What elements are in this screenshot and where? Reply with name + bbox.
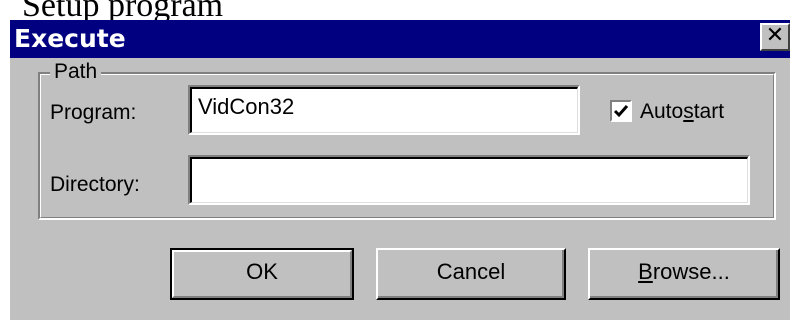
browse-label-rest: rowse... <box>652 259 730 284</box>
window-title: Execute <box>14 24 126 53</box>
directory-input[interactable] <box>190 157 748 203</box>
path-group-legend: Path <box>50 60 102 84</box>
autostart-label-mnemonic: s <box>683 100 694 123</box>
cancel-button-label: Cancel <box>436 259 506 284</box>
close-icon: ✕ <box>765 23 785 48</box>
program-label: Program: <box>50 101 137 124</box>
cancel-button[interactable]: Cancel <box>376 248 566 300</box>
page: Setup program Execute ✕ Path Program: Vi… <box>0 0 790 320</box>
directory-field[interactable] <box>188 155 750 205</box>
close-button[interactable]: ✕ <box>760 23 790 51</box>
ok-button[interactable]: OK <box>170 248 354 300</box>
browse-mnemonic: B <box>638 259 653 284</box>
directory-label: Directory: <box>50 173 140 196</box>
browse-button[interactable]: Browse... <box>588 248 780 300</box>
title-bar[interactable]: Execute ✕ <box>10 20 790 58</box>
execute-dialog: Execute ✕ Path Program: VidCon32 Autosta… <box>10 20 790 320</box>
autostart-label-prefix: Auto <box>640 100 684 123</box>
autostart-label-suffix: tart <box>693 100 725 123</box>
checkmark-icon <box>613 105 629 118</box>
program-input[interactable]: VidCon32 <box>190 87 578 133</box>
autostart-label[interactable]: Autostart <box>640 99 724 125</box>
ok-button-label: OK <box>246 259 278 284</box>
program-field[interactable]: VidCon32 <box>188 85 580 135</box>
browse-button-label: Browse... <box>638 259 730 284</box>
autostart-checkbox[interactable] <box>610 100 632 122</box>
